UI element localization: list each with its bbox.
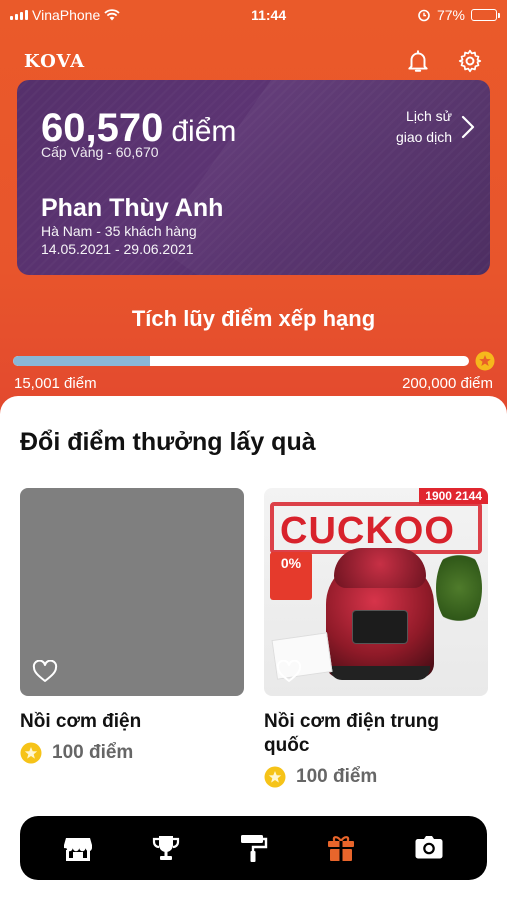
product-points: 100 điểm [52,742,134,763]
progress-max-label: 200,000 điểm [402,375,493,392]
carrier-label: VinaPhone [32,7,101,23]
brand-logo: KOVA [24,50,86,72]
product-image: 1900 2144 CUCKOO 0% [264,488,488,696]
product-image-placeholder [20,488,244,696]
nav-trophy[interactable] [142,824,190,872]
camera-icon [415,836,443,859]
ranking-title: Tích lũy điểm xếp hạng [131,306,376,331]
product-name: Nồi cơm điện [20,711,142,732]
image-brand-text: CUCKOO [280,510,455,552]
clock: 11:44 [251,7,287,23]
plant-decoration [436,548,482,628]
user-location: Hà Nam - 35 khách hàng [41,223,197,239]
product-points: 100 điểm [296,766,378,787]
battery-percent: 77% [436,7,465,23]
image-promo-badge: 0% [270,552,312,600]
app-header: KOVA [24,46,483,76]
product-card[interactable]: Nồi cơm điện 100 điểm [20,488,244,764]
wifi-icon [104,9,120,21]
rice-cooker-panel [352,610,408,644]
nav-store[interactable] [54,824,102,872]
bell-icon[interactable] [405,48,431,74]
product-card[interactable]: 1900 2144 CUCKOO 0% Nồi cơm điện trung q… [264,488,488,788]
gear-icon[interactable] [457,48,483,74]
trophy-icon [152,836,179,860]
product-name: Nồi cơm điện trung quốc [264,711,440,756]
progress-min-label: 15,001 điểm [14,375,97,392]
paint-roller-icon [241,835,268,862]
coin-star-icon [20,742,42,764]
gift-icon [328,836,355,861]
battery-icon [470,9,500,21]
coin-star-icon [264,766,286,788]
heart-icon[interactable] [32,660,58,684]
ranking-progress-fill [13,356,150,366]
tier-label: Cấp Vàng - 60,670 [41,144,159,160]
rice-cooker-base [330,666,430,680]
star-badge-icon [475,351,495,371]
status-bar: VinaPhone 11:44 77% [0,0,507,30]
nav-camera[interactable] [405,824,453,872]
image-banner-text: 1900 2144 [419,488,488,504]
rewards-title: Đổi điểm thưởng lấy quà [20,428,316,456]
bottom-nav [20,816,487,880]
history-label-line1: Lịch sử [406,108,452,124]
nav-gift[interactable] [317,824,365,872]
points-unit: điểm [171,115,237,148]
user-period: 14.05.2021 - 29.06.2021 [41,241,194,257]
ranking-progress-bar [13,356,469,366]
history-label-line2: giao dịch [395,129,452,145]
heart-icon[interactable] [276,660,302,684]
user-name: Phan Thùy Anh [41,194,224,222]
alarm-icon [418,9,430,22]
rice-cooker-lid [334,548,426,588]
transaction-history-link[interactable]: Lịch sử giao dịch [396,106,476,148]
membership-card: 60,570 điểm Cấp Vàng - 60,670 Lịch sử gi… [17,80,490,275]
nav-paint[interactable] [229,824,277,872]
store-icon [63,838,92,861]
chevron-right-icon [461,115,475,139]
signal-icon [10,10,28,20]
